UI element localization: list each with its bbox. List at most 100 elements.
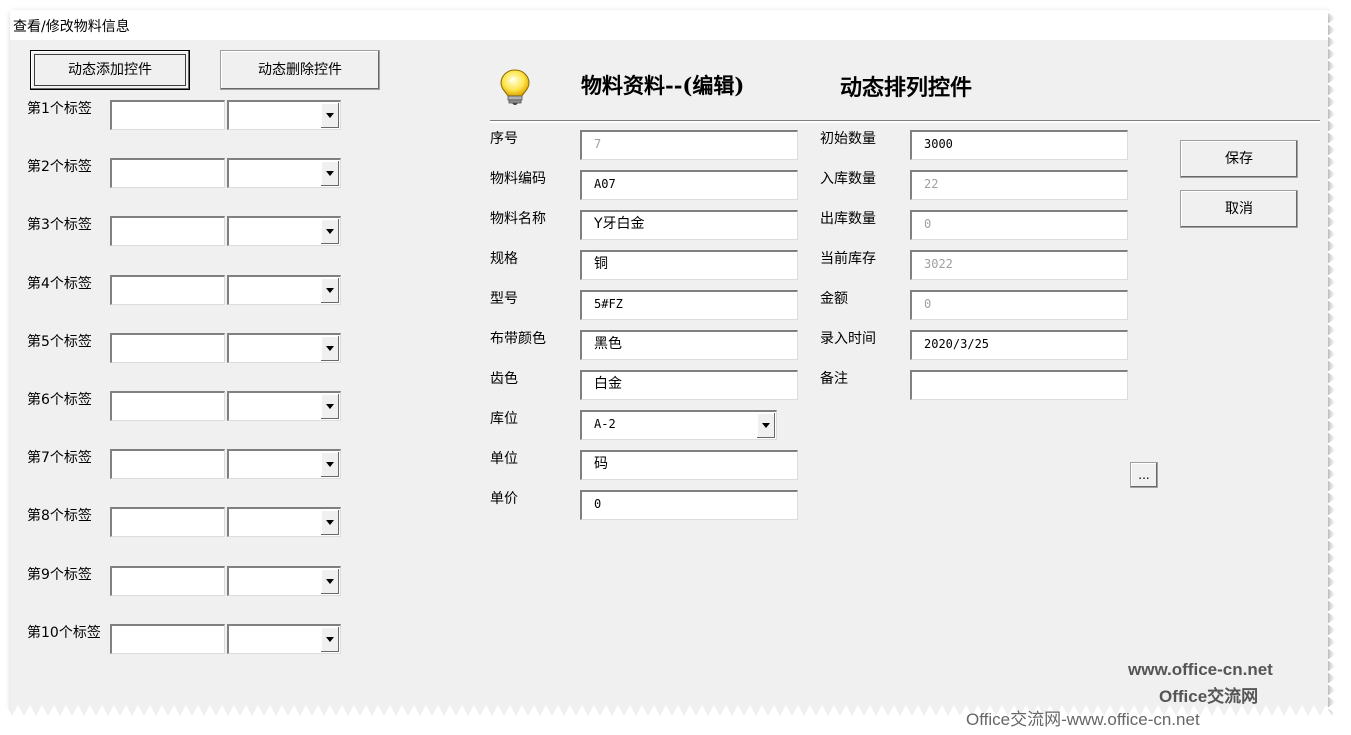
watermark-site-name: Office交流网 xyxy=(1159,687,1259,706)
field-value: 铜 xyxy=(594,256,608,272)
location-select[interactable]: A-2 xyxy=(580,410,777,440)
field-label: 库位 xyxy=(490,411,518,427)
dynamic-textbox-5[interactable] xyxy=(110,332,225,363)
dynamic-label-2: 第2个标签 xyxy=(27,159,92,176)
dynamic-label-8: 第8个标签 xyxy=(27,508,92,525)
field-value: 白金 xyxy=(594,376,622,392)
dynamic-textbox-6[interactable] xyxy=(110,391,225,421)
dynamic-textbox-4[interactable] xyxy=(110,274,225,305)
field-value: 3000 xyxy=(924,137,953,151)
dynamic-add-button[interactable]: 动态添加控件 xyxy=(30,50,190,90)
dynamic-label-1: 第1个标签 xyxy=(27,101,92,117)
dynamic-combo-3[interactable] xyxy=(227,216,341,247)
browse-button[interactable]: ... xyxy=(1130,462,1158,488)
chevron-down-icon[interactable] xyxy=(321,161,339,187)
dynamic-combo-2[interactable] xyxy=(227,158,341,189)
field-label: 布带颜色 xyxy=(490,331,546,347)
field-input[interactable]: 码 xyxy=(580,450,798,480)
field-label: 入库数量 xyxy=(820,171,876,187)
field-label: 当前库存 xyxy=(820,251,876,267)
field-input[interactable]: 7 xyxy=(580,130,798,160)
dynamic-textbox-8[interactable] xyxy=(110,507,225,538)
dynamic-textbox-7[interactable] xyxy=(110,449,225,480)
dynamic-combo-1[interactable] xyxy=(227,100,341,130)
chevron-down-icon[interactable] xyxy=(321,510,339,536)
dynamic-textbox-10[interactable] xyxy=(110,623,225,654)
field-input[interactable]: 5#FZ xyxy=(580,290,798,320)
field-label: 规格 xyxy=(490,251,518,267)
dynamic-combo-10[interactable] xyxy=(227,623,341,654)
field-label: 齿色 xyxy=(490,371,518,387)
chevron-down-icon[interactable] xyxy=(321,277,339,303)
field-value: A07 xyxy=(594,177,616,191)
save-button[interactable]: 保存 xyxy=(1180,140,1298,178)
field-input[interactable]: 3000 xyxy=(910,130,1128,160)
dynamic-label-4: 第4个标签 xyxy=(27,275,92,292)
chevron-down-icon[interactable] xyxy=(321,452,339,478)
field-value: 5#FZ xyxy=(594,297,623,311)
field-input[interactable]: 0 xyxy=(910,210,1128,240)
field-label: 金额 xyxy=(820,291,848,307)
field-value: 0 xyxy=(594,497,602,511)
field-value: Y牙白金 xyxy=(594,216,645,232)
field-input[interactable]: 白金 xyxy=(580,370,798,400)
chevron-down-icon[interactable] xyxy=(321,219,339,245)
field-label: 备注 xyxy=(820,371,848,387)
dynamic-label-5: 第5个标签 xyxy=(27,333,92,350)
form-title: 物料资料--(编辑) xyxy=(581,73,745,98)
chevron-down-icon[interactable] xyxy=(321,626,339,652)
field-label: 单位 xyxy=(490,451,518,467)
field-value: 黑色 xyxy=(594,336,622,352)
field-input[interactable]: 22 xyxy=(910,170,1128,200)
dialog-window: 查看/修改物料信息 动态添加控件 动态删除控件 第1个标签 第2个标签 第3个标签第… xyxy=(10,10,1328,716)
field-label: 物料名称 xyxy=(490,211,546,227)
dynamic-textbox-3[interactable] xyxy=(110,216,225,247)
dynamic-label-7: 第7个标签 xyxy=(27,450,92,467)
chevron-down-icon[interactable] xyxy=(321,394,339,419)
field-input[interactable]: 2020/3/25 xyxy=(910,330,1128,360)
chevron-down-icon[interactable] xyxy=(321,335,339,361)
field-input[interactable]: 铜 xyxy=(580,250,798,280)
chevron-down-icon[interactable] xyxy=(321,568,339,594)
chevron-down-icon[interactable] xyxy=(757,413,775,438)
field-value: 0 xyxy=(924,297,932,311)
dynamic-label-10: 第10个标签 xyxy=(27,624,101,641)
field-value: 2020/3/25 xyxy=(924,337,990,351)
dynamic-combo-7[interactable] xyxy=(227,449,341,480)
form-subtitle: 动态排列控件 xyxy=(840,75,973,101)
dynamic-combo-4[interactable] xyxy=(227,274,341,305)
field-label: 出库数量 xyxy=(820,211,876,227)
dynamic-combo-8[interactable] xyxy=(227,507,341,538)
field-value: 22 xyxy=(924,177,939,191)
dynamic-combo-5[interactable] xyxy=(227,332,341,363)
field-label: 序号 xyxy=(490,131,518,147)
dynamic-label-3: 第3个标签 xyxy=(27,217,92,234)
dynamic-textbox-2[interactable] xyxy=(110,158,225,189)
dynamic-combo-9[interactable] xyxy=(227,565,341,596)
field-input[interactable]: A07 xyxy=(580,170,798,200)
field-input[interactable]: Y牙白金 xyxy=(580,210,798,240)
dynamic-combo-6[interactable] xyxy=(227,391,341,421)
field-input[interactable] xyxy=(910,370,1128,400)
field-label: 录入时间 xyxy=(820,331,876,347)
dynamic-label-6: 第6个标签 xyxy=(27,392,92,408)
chevron-down-icon[interactable] xyxy=(321,103,339,128)
lightbulb-icon xyxy=(500,69,530,105)
field-input[interactable]: 黑色 xyxy=(580,330,798,360)
field-value: 7 xyxy=(594,137,602,151)
field-value: 3022 xyxy=(924,257,953,271)
dynamic-textbox-9[interactable] xyxy=(110,565,225,596)
cancel-button[interactable]: 取消 xyxy=(1180,190,1298,228)
dynamic-label-9: 第9个标签 xyxy=(27,566,92,583)
header-separator xyxy=(490,120,1320,123)
dynamic-delete-button[interactable]: 动态删除控件 xyxy=(220,50,380,90)
field-label: 物料编码 xyxy=(490,171,546,187)
dynamic-textbox-1[interactable] xyxy=(110,100,225,130)
dialog-content: 动态添加控件 动态删除控件 第1个标签第2个标签第3个标签第4个标签第5个标签第… xyxy=(10,40,1328,716)
watermark-url: www.office-cn.net xyxy=(1128,660,1273,679)
field-label: 单价 xyxy=(490,491,518,507)
field-input[interactable]: 3022 xyxy=(910,250,1128,280)
field-input[interactable]: 0 xyxy=(580,490,798,520)
field-input[interactable]: 0 xyxy=(910,290,1128,320)
field-label: 型号 xyxy=(490,291,518,307)
